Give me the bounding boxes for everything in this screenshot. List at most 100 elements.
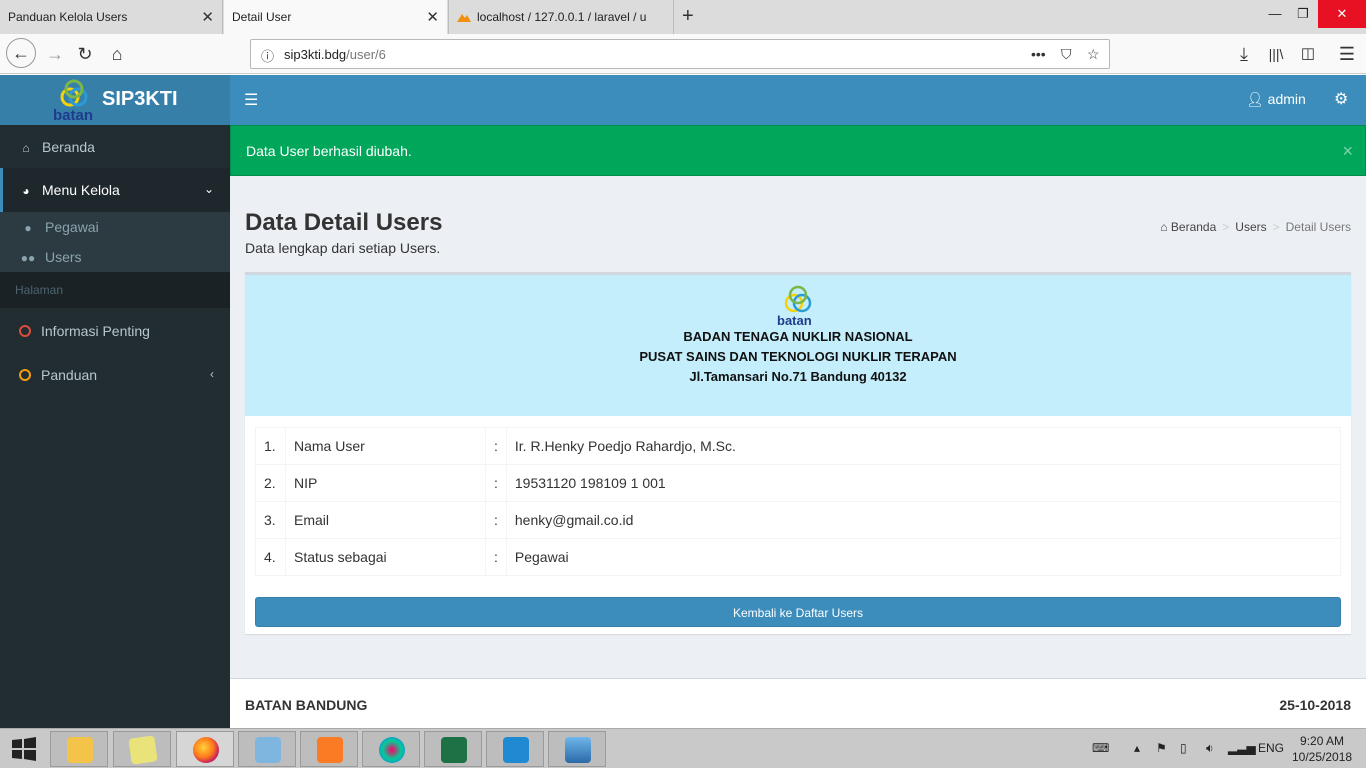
vscode-button[interactable] xyxy=(486,731,544,767)
row-separator: : xyxy=(485,464,507,502)
windows-start-icon[interactable] xyxy=(10,737,38,761)
sidebar-submenu: ● Pegawai ●● Users xyxy=(0,212,230,272)
hamburger-icon[interactable]: ☰ xyxy=(244,90,258,110)
close-tab-icon[interactable]: ✕ xyxy=(201,8,214,26)
home-icon: ⌂ xyxy=(1160,220,1168,234)
row-label: Nama User xyxy=(285,427,486,465)
clock[interactable]: 9:20 AM 10/25/2018 xyxy=(1292,733,1352,765)
row-number: 3. xyxy=(255,501,286,539)
table-row: 4. Status sebagai : Pegawai xyxy=(255,538,1342,576)
browser-tab-phpmyadmin[interactable]: localhost / 127.0.0.1 / laravel / u xyxy=(448,0,674,34)
download-icon[interactable]: ⤓ xyxy=(1231,41,1257,67)
keyboard-icon[interactable]: ⌨ xyxy=(1092,741,1109,755)
letterhead-line-3: Jl.Tamansari No.71 Bandung 40132 xyxy=(689,369,907,384)
phpmyadmin-icon xyxy=(457,14,471,22)
row-number: 1. xyxy=(255,427,286,465)
chevron-up-icon[interactable]: ▴ xyxy=(1134,741,1140,755)
app: SIP3KTI batan ⌂ Beranda ◕ Menu Kelola ⌄ ● P… xyxy=(0,75,1366,728)
row-value: Pegawai xyxy=(505,538,1342,576)
url-text: sip3kti.bdg/user/6 xyxy=(284,47,386,62)
sticky-notes-button[interactable] xyxy=(113,731,171,767)
breadcrumb-beranda[interactable]: Beranda xyxy=(1171,220,1216,234)
battery-icon[interactable]: ▯ xyxy=(1180,741,1187,755)
sidebar-toggle-icon[interactable]: ◫ xyxy=(1295,41,1321,67)
back-icon[interactable]: ← xyxy=(6,38,36,68)
tab-title: Detail User xyxy=(232,10,292,24)
users-icon: ●● xyxy=(20,251,36,265)
firefox-button[interactable] xyxy=(176,731,234,767)
home-icon: ⌂ xyxy=(22,141,30,155)
home-icon[interactable]: ⌂ xyxy=(104,41,130,67)
library-icon[interactable]: |||\ xyxy=(1263,41,1289,67)
letterhead-line-1: BADAN TENAGA NUKLIR NASIONAL xyxy=(683,329,913,344)
paint-button[interactable] xyxy=(362,731,420,767)
excel-button[interactable] xyxy=(424,731,482,767)
xampp-button[interactable] xyxy=(300,731,358,767)
cogs-icon[interactable]: ⚙ xyxy=(1334,89,1348,109)
footer-date: 25-10-2018 xyxy=(1279,697,1351,713)
sidebar-item-beranda[interactable]: ⌂ Beranda xyxy=(0,125,230,169)
tab-title: localhost / 127.0.0.1 / laravel / u xyxy=(477,10,647,24)
photos-button[interactable] xyxy=(548,731,606,767)
pocket-icon[interactable]: ⛉ xyxy=(1061,46,1072,63)
breadcrumb-separator: > xyxy=(1222,220,1230,234)
site-info-icon[interactable]: ⓘ xyxy=(261,46,274,65)
bookmark-star-icon[interactable]: ☆ xyxy=(1087,46,1100,63)
volume-icon[interactable]: 🔉︎ xyxy=(1206,741,1214,756)
batan-logo-icon xyxy=(60,79,88,107)
window-close-icon[interactable]: ✕ xyxy=(1318,0,1366,28)
sidebar-item-panduan[interactable]: Panduan ‹ xyxy=(0,353,230,397)
user-menu[interactable]: 👤︎ admin xyxy=(1246,91,1306,108)
row-separator: : xyxy=(485,538,507,576)
table-row: 2. NIP : 19531120 198109 1 001 xyxy=(255,464,1342,502)
new-tab-icon[interactable]: + xyxy=(682,5,694,28)
success-alert: Data User berhasil diubah. × xyxy=(230,125,1366,176)
clock-date: 10/25/2018 xyxy=(1292,750,1353,764)
close-icon[interactable]: × xyxy=(1342,141,1353,162)
sidebar-item-menu-kelola[interactable]: ◕ Menu Kelola ⌄ xyxy=(0,168,230,212)
sidebar-item-pegawai[interactable]: ● Pegawai xyxy=(0,212,230,242)
browser-tab-panduan[interactable]: Panduan Kelola Users ✕ xyxy=(0,0,223,34)
url-bar[interactable]: ⓘ sip3kti.bdg/user/6 ••• ⛉ ☆ xyxy=(250,39,1110,69)
sidebar-item-users[interactable]: ●● Users xyxy=(0,242,230,272)
page-subtitle: Data lengkap dari setiap Users. xyxy=(245,240,441,256)
row-separator: : xyxy=(485,501,507,539)
sidebar-header: Halaman xyxy=(0,272,230,308)
forward-icon[interactable]: → xyxy=(42,41,68,67)
close-tab-icon[interactable]: ✕ xyxy=(426,8,439,26)
dashboard-icon: ◕ xyxy=(22,184,30,198)
footer: BATAN BANDUNG 25-10-2018 xyxy=(230,678,1366,728)
row-value: Ir. R.Henky Poedjo Rahardjo, M.Sc. xyxy=(505,427,1342,465)
batan-logo-icon xyxy=(784,285,812,313)
logo[interactable]: SIP3KTI batan xyxy=(0,75,230,125)
page-actions-icon[interactable]: ••• xyxy=(1031,46,1046,62)
language-indicator[interactable]: ENG xyxy=(1258,741,1284,755)
breadcrumb: ⌂ Beranda > Users > Detail Users xyxy=(1160,220,1351,234)
browser-tab-detail-user[interactable]: Detail User ✕ xyxy=(224,0,447,34)
sidebar-item-informasi-penting[interactable]: Informasi Penting xyxy=(0,309,230,353)
top-navbar: ☰ 👤︎ admin ⚙ xyxy=(230,75,1366,125)
brand-name: SIP3KTI xyxy=(102,88,178,110)
main-content: Data User berhasil diubah. × Data Detail… xyxy=(230,125,1366,728)
menu-icon[interactable]: ☰ xyxy=(1334,41,1360,67)
network-icon[interactable]: ▂▃▅ xyxy=(1228,741,1256,755)
file-explorer-button[interactable] xyxy=(50,731,108,767)
row-label: NIP xyxy=(285,464,486,502)
browser-nav-bar: ← → ↻ ⌂ ⓘ sip3kti.bdg/user/6 ••• ⛉ ☆ ⤓ |… xyxy=(0,34,1366,74)
notepad-icon xyxy=(255,737,281,763)
breadcrumb-users[interactable]: Users xyxy=(1235,220,1266,234)
circle-icon xyxy=(19,369,31,381)
circle-icon xyxy=(19,325,31,337)
breadcrumb-current: Detail Users xyxy=(1285,220,1351,234)
row-number: 2. xyxy=(255,464,286,502)
excel-icon xyxy=(441,737,467,763)
flag-icon[interactable]: ⚑ xyxy=(1156,741,1167,755)
user-icon: 👤︎ xyxy=(1246,91,1264,107)
notepad-button[interactable] xyxy=(238,731,296,767)
logo-text: batan xyxy=(53,107,94,124)
row-value: henky@gmail.co.id xyxy=(505,501,1342,539)
back-to-users-button[interactable]: Kembali ke Daftar Users xyxy=(255,597,1341,627)
reload-icon[interactable]: ↻ xyxy=(72,41,98,67)
detail-box: batan BADAN TENAGA NUKLIR NASIONAL PUSAT… xyxy=(245,272,1351,634)
alert-message: Data User berhasil diubah. xyxy=(246,143,412,159)
